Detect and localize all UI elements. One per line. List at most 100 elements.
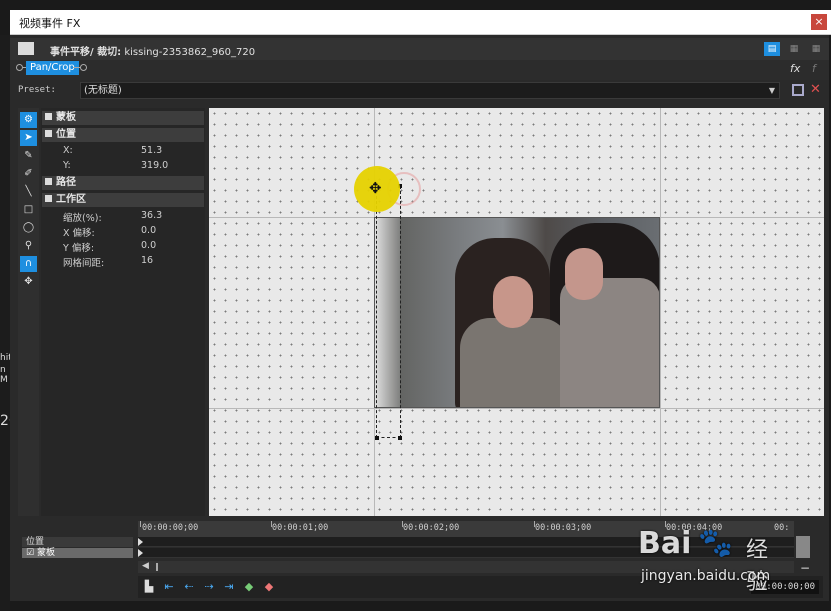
grid-spacing-value[interactable]: 16 [141,255,153,266]
section-mask[interactable]: 蒙板 [42,111,204,125]
ruler-tick [140,521,141,527]
section-workspace-label: 工作区 [56,194,86,205]
y-offset-label: Y 偏移: [63,243,95,254]
watermark-logo: Bai [638,526,692,561]
position-y-label: Y: [63,160,71,171]
position-x-value[interactable]: 51.3 [141,145,162,156]
background-app-edge: hit n M 26 [0,35,18,611]
grid-spacing-label: 网格间距: [63,258,105,269]
gear-icon[interactable]: ⚙ [20,112,37,128]
clip-name: kissing-2353862_960_720 [124,47,256,58]
track-position-label: 位置 [26,537,45,547]
preset-dropdown[interactable]: (无标题) ▼ [80,82,780,99]
prev-keyframe-icon[interactable]: ⇠ [182,580,196,594]
pen-icon[interactable]: ✎ [20,148,37,164]
fx-chain-label: 事件平移/ 裁切: kissing-2353862_960_720 [50,43,255,58]
close-button[interactable]: × [811,14,827,30]
layout-icon[interactable]: ▤ [764,42,780,56]
guide-line [209,408,824,409]
plugin-chain: Pan/Crop fx f [10,60,829,80]
next-keyframe-icon[interactable]: ⇢ [202,580,216,594]
section-path-label: 路径 [56,177,76,188]
position-x-label: X: [63,145,73,156]
grid-layout-icon[interactable]: ▦ [786,42,802,56]
move-cursor-icon: ✥ [369,179,382,197]
fx-remove-icon[interactable]: f [812,62,816,75]
properties-panel: 蒙板 位置 X: 51.3 Y: 319.0 路径 工作区 缩放(%): 36.… [41,108,205,516]
fx-chain-header: 事件平移/ 裁切: kissing-2353862_960_720 ▤ ▦ ▦ [10,38,829,60]
pointer-icon[interactable]: ➤ [20,130,37,146]
window-title: 视频事件 FX [19,17,81,30]
chevron-down-icon: ▼ [768,86,775,95]
line-icon[interactable]: ╲ [20,184,37,200]
chain-icon[interactable] [18,42,34,55]
scroll-left-icon[interactable]: ◀ [142,561,149,571]
chain-start-dot [16,64,23,71]
x-offset-label: X 偏移: [63,228,95,239]
first-keyframe-icon[interactable]: ⇤ [162,580,176,594]
section-position-label: 位置 [56,129,76,140]
pen-delete-icon[interactable]: ✐ [20,166,37,182]
track-position[interactable]: 位置 [22,537,133,547]
rectangle-icon[interactable]: □ [20,202,37,218]
zoom-value[interactable]: 36.3 [141,210,162,221]
add-keyframe-icon[interactable]: ◆ [242,580,256,594]
zoom-out-button[interactable]: − [800,561,810,575]
guide-line [660,108,661,516]
section-position[interactable]: 位置 [42,128,204,142]
keyframe-marker[interactable] [138,549,143,557]
timeline-vertical-scrollbar[interactable] [796,536,810,558]
window-titlebar: 视频事件 FX × [10,10,831,35]
photo-region [493,276,533,328]
pan-crop-plugin-button[interactable]: Pan/Crop [26,61,79,75]
preset-row: Preset: (无标题) ▼ ✕ [10,81,829,101]
preset-label: Preset: [18,85,56,95]
chain-line [73,67,80,68]
x-offset-value[interactable]: 0.0 [141,225,156,236]
expand-icon [45,178,52,185]
save-preset-icon[interactable] [792,84,804,96]
collapse-icon [45,130,52,137]
mask-control-point[interactable] [398,436,402,440]
section-workspace[interactable]: 工作区 [42,193,204,207]
mask-workspace[interactable]: ✥ [209,108,824,516]
sync-cursor-icon[interactable]: ▙ [142,580,156,594]
zoom-icon[interactable]: ⚲ [20,238,37,254]
zoom-label: 缩放(%): [63,213,102,224]
keyframe-marker[interactable] [138,538,143,546]
ruler-label: 00:00:02;00 [403,523,460,533]
preset-value: (无标题) [84,85,122,96]
background-text: n M [0,365,8,385]
last-keyframe-icon[interactable]: ⇥ [222,580,236,594]
chain-end-dot [80,64,87,71]
y-offset-value[interactable]: 0.0 [141,240,156,251]
watermark-url: jingyan.baidu.com [641,568,771,584]
scroll-thumb[interactable] [156,563,158,571]
track-mask[interactable]: ☑ 蒙板 [22,548,133,558]
baidu-watermark: Bai 🐾 经验 jingyan.baidu.com [638,518,788,595]
delete-preset-icon[interactable]: ✕ [810,82,821,97]
move-icon[interactable]: ✥ [20,274,37,290]
video-frame-preview [374,217,660,408]
photo-region [565,248,603,300]
checkbox-icon[interactable]: ☑ [26,548,34,558]
fx-plugin-icon[interactable]: fx [790,62,800,75]
ruler-label: 00:00:00;00 [142,523,199,533]
expand-icon [45,113,52,120]
mask-control-point[interactable] [375,436,379,440]
mask-rectangle[interactable] [376,186,401,438]
track-labels: 位置 ☑ 蒙板 [22,537,133,559]
ellipse-icon[interactable]: ◯ [20,220,37,236]
delete-keyframe-icon[interactable]: ◆ [262,580,276,594]
tool-strip: ⚙ ➤ ✎ ✐ ╲ □ ◯ ⚲ ∩ ✥ [18,108,39,516]
position-y-value[interactable]: 319.0 [141,160,168,171]
section-path[interactable]: 路径 [42,176,204,190]
collapse-icon [45,195,52,202]
watermark-logo-suffix: 经验 [746,538,769,595]
paw-icon: 🐾 [698,526,733,559]
ruler-label: 00:00:03;00 [535,523,592,533]
list-layout-icon[interactable]: ▦ [808,42,824,56]
ruler-label: 00:00:01;00 [272,523,329,533]
section-mask-label: 蒙板 [56,112,76,123]
magnet-icon[interactable]: ∩ [20,256,37,272]
